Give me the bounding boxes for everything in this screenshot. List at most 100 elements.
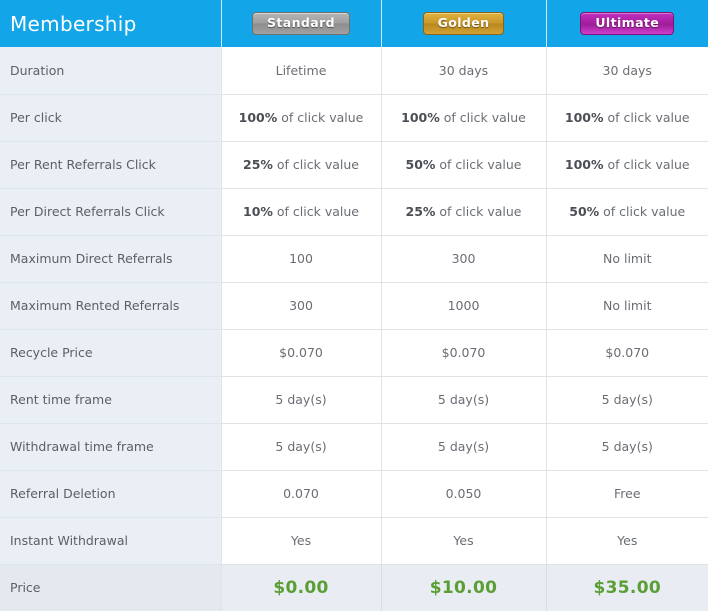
plan-badge-golden[interactable]: Golden [422,12,505,35]
feature-value-cell: 5 day(s) [546,423,708,471]
value-text: of click value [281,110,364,125]
membership-comparison-table: Membership Standard Golden Ultimate Dura… [0,0,708,611]
value-text: of click value [439,204,522,219]
feature-value-cell: 5 day(s) [546,376,708,424]
value-text: Yes [453,533,474,548]
feature-value-cell: 5 day(s) [221,376,382,424]
value-text: No limit [603,298,652,313]
plan-header-golden[interactable]: Golden [381,0,547,47]
feature-label: Rent time frame [0,376,222,424]
table-row: Per Direct Referrals Click 10% of click v… [0,188,708,236]
price-cell: $35.00 [546,564,708,611]
price-value: $0.00 [273,577,329,598]
feature-label: Referral Deletion [0,470,222,518]
feature-label: Per click [0,94,222,142]
feature-value-cell: Yes [546,517,708,565]
table-row: Rent time frame 5 day(s) 5 day(s) 5 day(s) [0,376,708,424]
price-value: $35.00 [593,577,661,598]
value-text: 5 day(s) [437,439,490,454]
feature-label: Recycle Price [0,329,222,377]
table-row: Instant Withdrawal Yes Yes Yes [0,517,708,565]
feature-value-cell: 300 [381,235,547,283]
page-title: Membership [10,11,137,36]
feature-label: Per Rent Referrals Click [0,141,222,189]
value-text: Yes [290,533,312,548]
value-text: $0.070 [441,345,486,360]
feature-value-cell: 10% of click value [221,188,382,236]
feature-value-cell: 30 days [381,47,547,95]
feature-value-cell: $0.070 [221,329,382,377]
plan-badge-standard[interactable]: Standard [251,12,350,35]
feature-label: Per Direct Referrals Click [0,188,222,236]
feature-value-cell: 5 day(s) [221,423,382,471]
feature-value-cell: 30 days [546,47,708,95]
value-text: 5 day(s) [601,439,653,454]
table-body: Membership Standard Golden Ultimate Dura… [0,0,708,611]
value-text: 5 day(s) [601,392,653,407]
feature-value-cell: Yes [221,517,382,565]
feature-value-cell: 100% of click value [221,94,382,142]
feature-value-cell: 100 [221,235,382,283]
value-emphasis: 100% [401,110,440,125]
value-text: Lifetime [275,62,327,78]
feature-value-cell: Free [546,470,708,518]
price-cell: $10.00 [381,564,547,611]
feature-label: Maximum Direct Referrals [0,235,222,283]
value-emphasis: 100% [564,110,604,125]
page-title-cell: Membership [0,0,222,47]
feature-label: Maximum Rented Referrals [0,282,222,330]
value-text: Yes [617,533,638,548]
value-text: $0.070 [279,345,323,360]
feature-value-cell: No limit [546,235,708,283]
table-row: Duration Lifetime 30 days 30 days [0,47,708,95]
value-emphasis: 50% [405,157,436,172]
value-emphasis: 100% [238,110,278,125]
feature-value-cell: 25% of click value [381,188,547,236]
table-header-row: Membership Standard Golden Ultimate [0,0,708,47]
value-text: No limit [603,251,652,266]
feature-value-cell: 50% of click value [546,188,708,236]
feature-value-cell: 300 [221,282,382,330]
price-row: Price $0.00 $10.00 $35.00 [0,564,708,611]
feature-value-cell: $0.070 [546,329,708,377]
value-text: 5 day(s) [437,392,490,407]
feature-value-cell: 100% of click value [546,94,708,142]
value-text: of click value [276,157,359,172]
table-row: Referral Deletion 0.070 0.050 Free [0,470,708,518]
value-text: of click value [439,157,522,172]
value-text: 30 days [602,62,652,78]
feature-label: Instant Withdrawal [0,517,222,565]
value-text: 100 [289,251,313,266]
value-text: 0.050 [445,486,482,501]
table-row: Recycle Price $0.070 $0.070 $0.070 [0,329,708,377]
value-emphasis: 50% [569,204,600,219]
table-row: Per click 100% of click value 100% of clic… [0,94,708,142]
value-text: Free [613,486,641,501]
feature-value-cell: 100% of click value [546,141,708,189]
plan-header-standard[interactable]: Standard [221,0,382,47]
feature-label: Price [0,564,222,611]
value-emphasis: 10% [243,204,273,219]
feature-value-cell: $0.070 [381,329,547,377]
feature-value-cell: 25% of click value [221,141,382,189]
feature-value-cell: No limit [546,282,708,330]
value-text: 300 [451,251,476,266]
plan-header-ultimate[interactable]: Ultimate [546,0,708,47]
plan-badge-ultimate[interactable]: Ultimate [580,12,675,35]
feature-value-cell: 0.050 [381,470,547,518]
value-text: of click value [607,110,690,125]
table-row: Maximum Rented Referrals 300 1000 No limit [0,282,708,330]
table-row: Per Rent Referrals Click 25% of click val… [0,141,708,189]
value-text: 30 days [438,62,489,78]
value-emphasis: 100% [564,157,604,172]
value-emphasis: 25% [243,157,273,172]
price-value: $10.00 [429,577,498,598]
value-text: $0.070 [605,345,650,360]
value-text: 1000 [447,298,480,313]
feature-value-cell: 100% of click value [381,94,547,142]
table-row: Withdrawal time frame 5 day(s) 5 day(s) 5 d… [0,423,708,471]
value-text: 300 [289,298,313,313]
feature-value-cell: 0.070 [221,470,382,518]
feature-value-cell: Yes [381,517,547,565]
feature-value-cell: 1000 [381,282,547,330]
